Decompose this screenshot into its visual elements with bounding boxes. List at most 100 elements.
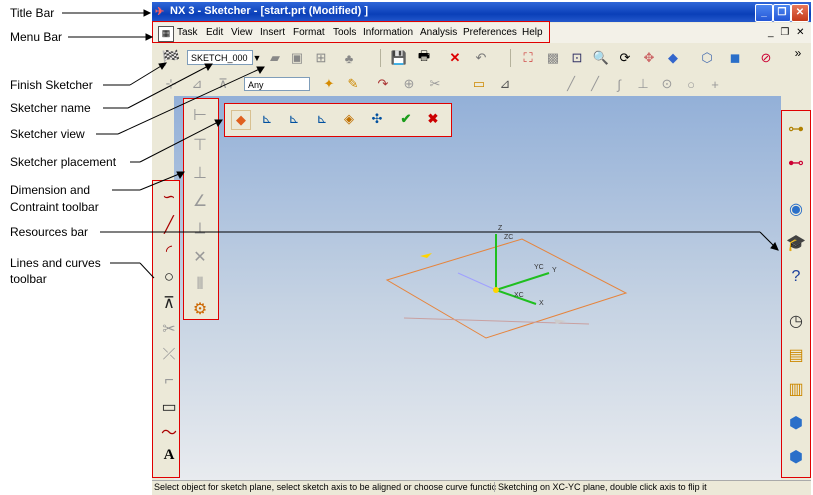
part-navigator-icon[interactable]: ⊷ (786, 153, 806, 173)
select-filter-icon[interactable]: ✎ (344, 75, 362, 93)
annotation-sketcher-placement: Sketcher placement (10, 155, 117, 169)
project-icon[interactable]: ⊕ (400, 75, 418, 93)
axis-x-small-label: X (539, 300, 544, 307)
curve-tool-icon[interactable]: ∫ (610, 75, 628, 93)
circle-center-icon[interactable]: ⊙ (658, 75, 676, 93)
vertical-dimension-icon[interactable]: ⊥ (190, 163, 210, 183)
graphics-viewport[interactable]: ZC Z YC Y XC X (174, 96, 781, 480)
palette-icon[interactable]: ▥ (786, 379, 806, 399)
plane-xc-yc-icon[interactable]: ⊾ (258, 110, 276, 128)
sketch-plane-outline (385, 238, 628, 339)
pan-icon[interactable]: ✥ (640, 49, 658, 67)
quick-extend-icon[interactable]: ⤫ (159, 345, 179, 365)
plane-yc-zc-icon[interactable]: ⊾ (285, 110, 303, 128)
plane-zc-xc-icon[interactable]: ⊾ (313, 110, 331, 128)
delete-icon[interactable]: ✕ (446, 49, 464, 67)
infer-icon[interactable]: ⊼ (214, 75, 232, 93)
axis-z-label: ZC (504, 234, 513, 241)
title-bar[interactable]: ✈ NX 3 - Sketcher - [start.prt (Modified… (152, 2, 811, 22)
resources-bar: ⊶ ⊷ ◉ 🎓 ? ◷ ▤ ▥ ⬢ ⬢ (781, 110, 811, 478)
annotation-sketcher-view: Sketcher view (10, 127, 85, 141)
profile-icon[interactable]: ∽ (159, 187, 179, 207)
text-tool-icon[interactable]: A (159, 445, 179, 465)
quick-trim-icon[interactable]: ✂ (426, 75, 444, 93)
hidden-axis-line (457, 272, 497, 291)
snap-icon[interactable]: ⊹ (162, 75, 180, 93)
measure-icon[interactable]: ⊿ (496, 75, 514, 93)
view-cube-icon[interactable]: ⬡ (698, 49, 716, 67)
annotation-dimension-toolbar-line1: Dimension and (10, 183, 91, 197)
quick-trim-icon[interactable]: ✂ (159, 319, 179, 339)
help-icon[interactable]: ? (786, 267, 806, 287)
history-icon[interactable]: ◷ (786, 311, 806, 331)
studio-spline-icon[interactable]: 〜 (159, 421, 179, 442)
placement-icon[interactable]: ♣ (340, 49, 358, 67)
process-studio-icon[interactable]: ⬢ (786, 413, 806, 433)
sketcher-placement-toolbar: ◆ ⊾ ⊾ ⊾ ◈ ✣ ✔ ✖ (224, 103, 452, 137)
maximize-button[interactable]: ❐ (773, 4, 791, 22)
close-button[interactable]: ✕ (791, 4, 809, 22)
toolbar-overflow-icon[interactable]: » (789, 44, 807, 62)
zoom-box-icon[interactable]: ▩ (544, 49, 562, 67)
ok-checkmark-icon[interactable]: ✔ (397, 110, 415, 128)
finish-sketcher-flag-icon[interactable]: 🏁 (162, 49, 181, 67)
derived-lines-icon[interactable]: ⊼ (159, 293, 179, 313)
rotate-icon[interactable]: ⟳ (616, 49, 634, 67)
line-tool-2-icon[interactable]: ╱ (586, 75, 604, 93)
zoom-region-icon[interactable]: ⊡ (568, 49, 586, 67)
angular-dimension-icon[interactable]: ∠ (190, 191, 210, 211)
annotation-sketcher-name: Sketcher name (10, 101, 91, 115)
sketch-plane-graphic: ZC Z YC Y XC X (385, 225, 628, 339)
fillet-icon[interactable]: ⌐ (159, 371, 179, 391)
status-prompt: Select object for sketch plane, select s… (154, 482, 497, 492)
constraint-icon[interactable]: ⊿ (188, 75, 206, 93)
constraint-icon[interactable]: ⟂ (190, 219, 210, 239)
roles-icon[interactable]: ⬢ (786, 447, 806, 467)
sketch-name-value: SKETCH_000 (191, 53, 248, 63)
ruler-icon[interactable]: ▭ (470, 75, 488, 93)
annotation-lines-curves-line2: toolbar (10, 272, 47, 286)
render-style-icon[interactable]: ◼ (726, 49, 744, 67)
line-tool-icon[interactable]: ╱ (562, 75, 580, 93)
cancel-x-icon[interactable]: ✖ (424, 110, 442, 128)
type-filter-dropdown[interactable]: Any (244, 77, 310, 91)
assembly-navigator-icon[interactable]: ⊶ (786, 119, 806, 139)
undo-icon[interactable]: ↶ (472, 49, 490, 67)
reuse-library-icon[interactable]: ▤ (786, 345, 806, 365)
orient-view-icon[interactable]: ▰ (266, 49, 284, 67)
nx-window: ✈ NX 3 - Sketcher - [start.prt (Modified… (152, 2, 811, 495)
rectangle-icon[interactable]: ▭ (159, 397, 179, 417)
circle-icon[interactable]: ○ (159, 267, 179, 287)
datum-plane-icon[interactable]: ◈ (340, 110, 358, 128)
arc-icon[interactable]: ◜ (159, 241, 179, 261)
type-filter-value: Any (248, 80, 264, 90)
save-icon[interactable]: 💾 (390, 49, 408, 67)
horizontal-dimension-icon[interactable]: ⊤ (190, 135, 210, 155)
fit-view-icon[interactable]: ⛶ (519, 49, 537, 67)
chevron-down-icon[interactable]: ▼ (248, 49, 266, 67)
line-icon[interactable]: ╱ (159, 215, 179, 235)
selection-intent-icon[interactable]: ✦ (320, 75, 338, 93)
minimize-button[interactable]: _ (755, 4, 773, 22)
inferred-dimension-icon[interactable]: ⊢ (190, 105, 210, 125)
print-icon[interactable]: 🖶 (415, 48, 433, 67)
reattach-icon[interactable]: ▣ (288, 49, 306, 67)
toolbar-separator (510, 49, 511, 67)
shaded-icon[interactable]: ◆ (664, 49, 682, 67)
document-window-controls[interactable]: _ ❐ ✕ (768, 27, 806, 38)
alternate-solution-icon[interactable]: ⚙ (190, 299, 210, 319)
circle-icon[interactable]: ○ (682, 75, 700, 93)
web-browser-icon[interactable]: ◉ (786, 199, 806, 219)
point-icon[interactable]: + (706, 75, 724, 93)
grid-icon[interactable]: ⊞ (312, 49, 330, 67)
csys-icon[interactable]: ✣ (368, 110, 386, 128)
perpendicular-icon[interactable]: ⊥ (634, 75, 652, 93)
show-constraints-icon[interactable]: ✕ (190, 247, 210, 267)
layer-icon[interactable]: ⊘ (757, 49, 775, 67)
zoom-icon[interactable]: 🔍 (592, 49, 610, 67)
training-icon[interactable]: 🎓 (786, 233, 806, 253)
plane-on-face-icon[interactable]: ◆ (231, 110, 251, 130)
sketch-name-dropdown[interactable]: SKETCH_000 (187, 50, 253, 65)
offset-icon[interactable]: ↷ (374, 75, 392, 93)
convert-reference-icon[interactable]: ⦀ (190, 275, 210, 295)
